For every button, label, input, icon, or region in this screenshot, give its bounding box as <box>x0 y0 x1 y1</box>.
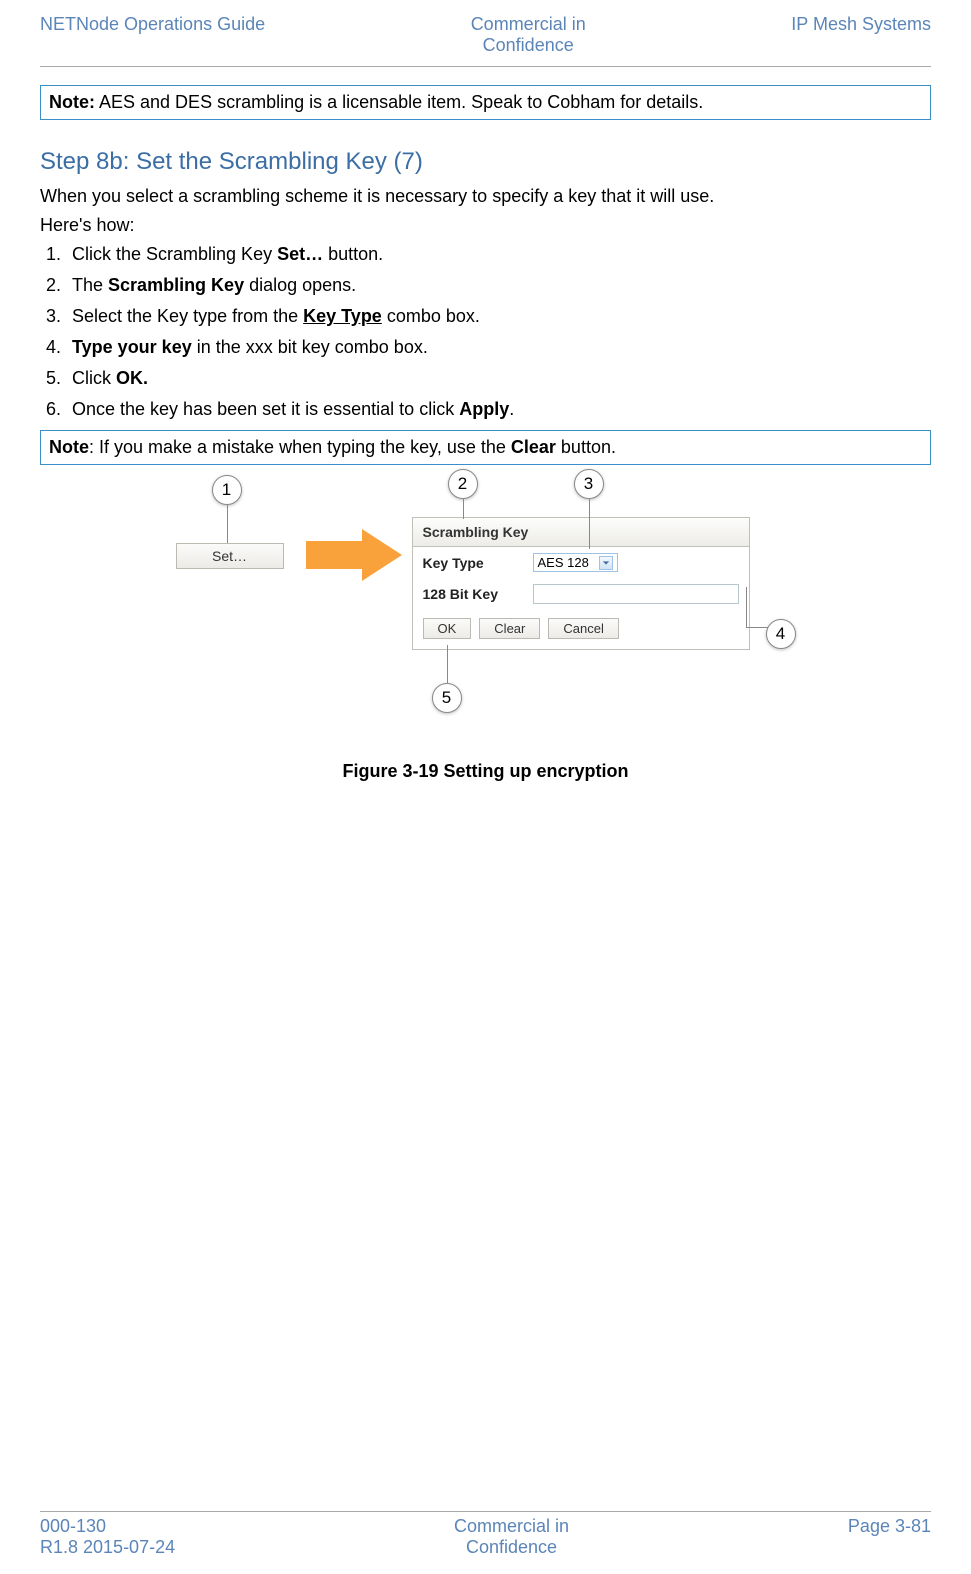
footer-center: Commercial in Confidence <box>454 1516 569 1558</box>
page-footer: 000-130 R1.8 2015-07-24 Commercial in Co… <box>40 1505 931 1558</box>
footer-right: Page 3-81 <box>848 1516 931 1558</box>
callout-3: 3 <box>574 469 604 499</box>
callout-5: 5 <box>432 683 462 713</box>
bitkey-input[interactable] <box>533 584 739 604</box>
page-header: NETNode Operations Guide Commercial in C… <box>40 12 931 62</box>
step-heading: Step 8b: Set the Scrambling Key (7) <box>40 148 931 176</box>
figure-caption: Figure 3-19 Setting up encryption <box>40 761 931 782</box>
callout-4-line-v <box>746 587 747 627</box>
header-left: NETNode Operations Guide <box>40 14 265 56</box>
callout-1: 1 <box>212 475 242 505</box>
note2-text: : If you make a mistake when typing the … <box>89 437 511 457</box>
note2-bold: Clear <box>511 437 556 457</box>
ok-button[interactable]: OK <box>423 618 472 639</box>
footer-center-line2: Confidence <box>454 1537 569 1558</box>
step-1: Click the Scrambling Key Set… button. <box>66 244 931 265</box>
dialog-title: Scrambling Key <box>413 518 749 547</box>
header-center-line2: Confidence <box>471 35 586 56</box>
note-text: AES and DES scrambling is a licensable i… <box>95 92 703 112</box>
callout-3-line <box>589 499 590 549</box>
step-6: Once the key has been set it is essentia… <box>66 399 931 420</box>
callout-4: 4 <box>766 619 796 649</box>
note2-tail: button. <box>556 437 616 457</box>
steps-list: Click the Scrambling Key Set… button. Th… <box>66 244 931 420</box>
key-type-label: Key Type <box>423 555 533 571</box>
footer-left-line2: R1.8 2015-07-24 <box>40 1537 175 1558</box>
heres-how: Here's how: <box>40 215 931 236</box>
note-box-licensable: Note: AES and DES scrambling is a licens… <box>40 85 931 120</box>
footer-center-line1: Commercial in <box>454 1516 569 1537</box>
figure-area: 1 Set… Scrambling Key Key Type AES 128 <box>40 469 931 749</box>
clear-button[interactable]: Clear <box>479 618 540 639</box>
step-2: The Scrambling Key dialog opens. <box>66 275 931 296</box>
header-right: IP Mesh Systems <box>791 14 931 56</box>
bitkey-label: 128 Bit Key <box>423 586 533 602</box>
note-box-clear: Note: If you make a mistake when typing … <box>40 430 931 465</box>
arrow-icon <box>306 541 362 569</box>
cancel-button[interactable]: Cancel <box>548 618 618 639</box>
scrambling-key-dialog: Scrambling Key Key Type AES 128 128 Bit … <box>412 517 750 650</box>
note2-label: Note <box>49 437 89 457</box>
callout-2: 2 <box>448 469 478 499</box>
callout-2-line <box>463 499 464 519</box>
step-4: Type your key in the xxx bit key combo b… <box>66 337 931 358</box>
step-3: Select the Key type from the Key Type co… <box>66 306 931 327</box>
key-type-combo[interactable]: AES 128 <box>533 553 618 572</box>
callout-5-line <box>447 645 448 683</box>
note-label: Note: <box>49 92 95 112</box>
footer-rule <box>40 1511 931 1512</box>
header-center: Commercial in Confidence <box>471 14 586 56</box>
intro-paragraph: When you select a scrambling scheme it i… <box>40 186 931 207</box>
callout-4-line-h <box>746 627 768 628</box>
key-type-value: AES 128 <box>538 555 589 570</box>
callout-1-line <box>227 505 228 543</box>
chevron-down-icon <box>599 556 613 570</box>
set-button[interactable]: Set… <box>176 543 284 569</box>
header-center-line1: Commercial in <box>471 14 586 35</box>
footer-left: 000-130 R1.8 2015-07-24 <box>40 1516 175 1558</box>
header-rule <box>40 66 931 67</box>
arrow-head-icon <box>362 529 402 581</box>
footer-left-line1: 000-130 <box>40 1516 175 1537</box>
step-5: Click OK. <box>66 368 931 389</box>
